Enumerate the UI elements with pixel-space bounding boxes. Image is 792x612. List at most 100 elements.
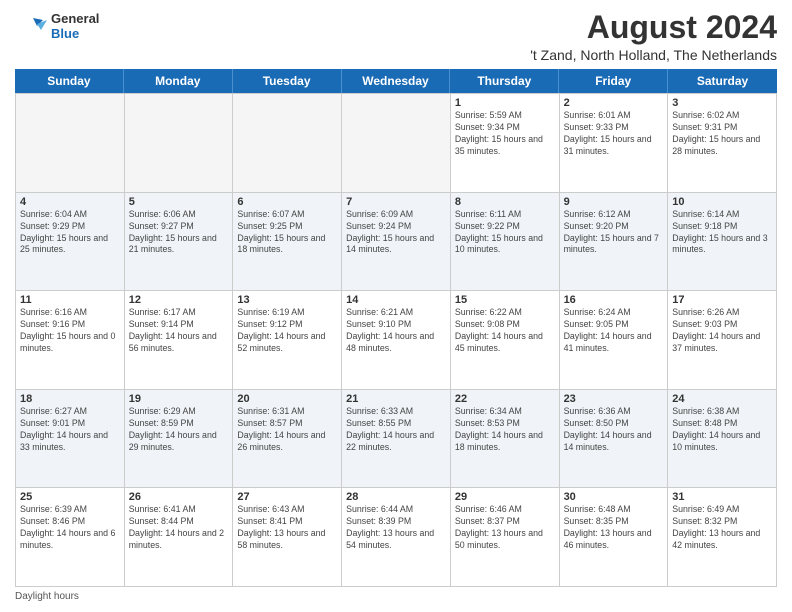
cell-detail: Sunrise: 6:06 AMSunset: 9:27 PMDaylight:… [129,209,229,257]
cell-detail: Sunrise: 6:01 AMSunset: 9:33 PMDaylight:… [564,110,664,158]
cell-detail: Sunrise: 6:07 AMSunset: 9:25 PMDaylight:… [237,209,337,257]
table-row: 3 Sunrise: 6:02 AMSunset: 9:31 PMDayligh… [668,94,777,193]
table-row: 24 Sunrise: 6:38 AMSunset: 8:48 PMDaylig… [668,390,777,489]
day-number: 23 [564,393,664,405]
day-number: 12 [129,294,229,306]
day-number: 7 [346,196,446,208]
table-row: 11 Sunrise: 6:16 AMSunset: 9:16 PMDaylig… [16,291,125,390]
day-number: 26 [129,491,229,503]
header-sunday: Sunday [15,69,124,93]
day-number: 18 [20,393,120,405]
header-wednesday: Wednesday [342,69,451,93]
table-row: 19 Sunrise: 6:29 AMSunset: 8:59 PMDaylig… [125,390,234,489]
table-row: 9 Sunrise: 6:12 AMSunset: 9:20 PMDayligh… [560,193,669,292]
table-row: 12 Sunrise: 6:17 AMSunset: 9:14 PMDaylig… [125,291,234,390]
table-row: 13 Sunrise: 6:19 AMSunset: 9:12 PMDaylig… [233,291,342,390]
cell-detail: Sunrise: 6:12 AMSunset: 9:20 PMDaylight:… [564,209,664,257]
header-thursday: Thursday [450,69,559,93]
day-number: 14 [346,294,446,306]
table-row: 5 Sunrise: 6:06 AMSunset: 9:27 PMDayligh… [125,193,234,292]
table-row [16,94,125,193]
day-number: 21 [346,393,446,405]
header-tuesday: Tuesday [233,69,342,93]
footer: Daylight hours [15,591,777,602]
day-number: 17 [672,294,772,306]
calendar-week-2: 4 Sunrise: 6:04 AMSunset: 9:29 PMDayligh… [16,193,777,292]
cell-detail: Sunrise: 6:04 AMSunset: 9:29 PMDaylight:… [20,209,120,257]
day-number: 25 [20,491,120,503]
table-row: 27 Sunrise: 6:43 AMSunset: 8:41 PMDaylig… [233,488,342,587]
cell-detail: Sunrise: 6:17 AMSunset: 9:14 PMDaylight:… [129,307,229,355]
day-number: 5 [129,196,229,208]
day-number: 24 [672,393,772,405]
cell-detail: Sunrise: 6:02 AMSunset: 9:31 PMDaylight:… [672,110,772,158]
day-number: 8 [455,196,555,208]
table-row: 21 Sunrise: 6:33 AMSunset: 8:55 PMDaylig… [342,390,451,489]
cell-detail: Sunrise: 6:19 AMSunset: 9:12 PMDaylight:… [237,307,337,355]
page: General Blue August 2024 't Zand, North … [0,0,792,612]
table-row: 6 Sunrise: 6:07 AMSunset: 9:25 PMDayligh… [233,193,342,292]
day-number: 19 [129,393,229,405]
table-row: 10 Sunrise: 6:14 AMSunset: 9:18 PMDaylig… [668,193,777,292]
cell-detail: Sunrise: 6:21 AMSunset: 9:10 PMDaylight:… [346,307,446,355]
table-row: 23 Sunrise: 6:36 AMSunset: 8:50 PMDaylig… [560,390,669,489]
cell-detail: Sunrise: 6:22 AMSunset: 9:08 PMDaylight:… [455,307,555,355]
table-row: 26 Sunrise: 6:41 AMSunset: 8:44 PMDaylig… [125,488,234,587]
table-row: 8 Sunrise: 6:11 AMSunset: 9:22 PMDayligh… [451,193,560,292]
day-number: 1 [455,97,555,109]
day-number: 27 [237,491,337,503]
logo-blue-text: Blue [51,27,99,42]
day-number: 30 [564,491,664,503]
table-row: 15 Sunrise: 6:22 AMSunset: 9:08 PMDaylig… [451,291,560,390]
day-number: 13 [237,294,337,306]
table-row: 16 Sunrise: 6:24 AMSunset: 9:05 PMDaylig… [560,291,669,390]
cell-detail: Sunrise: 6:43 AMSunset: 8:41 PMDaylight:… [237,504,337,552]
table-row: 7 Sunrise: 6:09 AMSunset: 9:24 PMDayligh… [342,193,451,292]
table-row: 31 Sunrise: 6:49 AMSunset: 8:32 PMDaylig… [668,488,777,587]
day-number: 2 [564,97,664,109]
cell-detail: Sunrise: 6:36 AMSunset: 8:50 PMDaylight:… [564,406,664,454]
header-friday: Friday [559,69,668,93]
cell-detail: Sunrise: 6:38 AMSunset: 8:48 PMDaylight:… [672,406,772,454]
day-number: 6 [237,196,337,208]
day-number: 15 [455,294,555,306]
cell-detail: Sunrise: 6:48 AMSunset: 8:35 PMDaylight:… [564,504,664,552]
logo: General Blue [15,10,99,44]
table-row [233,94,342,193]
table-row: 1 Sunrise: 5:59 AMSunset: 9:34 PMDayligh… [451,94,560,193]
table-row: 4 Sunrise: 6:04 AMSunset: 9:29 PMDayligh… [16,193,125,292]
cell-detail: Sunrise: 6:11 AMSunset: 9:22 PMDaylight:… [455,209,555,257]
header-saturday: Saturday [668,69,777,93]
table-row: 29 Sunrise: 6:46 AMSunset: 8:37 PMDaylig… [451,488,560,587]
day-number: 16 [564,294,664,306]
table-row [342,94,451,193]
calendar-week-4: 18 Sunrise: 6:27 AMSunset: 9:01 PMDaylig… [16,390,777,489]
cell-detail: Sunrise: 6:33 AMSunset: 8:55 PMDaylight:… [346,406,446,454]
cell-detail: Sunrise: 6:16 AMSunset: 9:16 PMDaylight:… [20,307,120,355]
table-row: 20 Sunrise: 6:31 AMSunset: 8:57 PMDaylig… [233,390,342,489]
title-block: August 2024 't Zand, North Holland, The … [530,10,777,63]
day-number: 9 [564,196,664,208]
location: 't Zand, North Holland, The Netherlands [530,47,777,63]
cell-detail: Sunrise: 6:24 AMSunset: 9:05 PMDaylight:… [564,307,664,355]
cell-detail: Sunrise: 5:59 AMSunset: 9:34 PMDaylight:… [455,110,555,158]
calendar-week-3: 11 Sunrise: 6:16 AMSunset: 9:16 PMDaylig… [16,291,777,390]
month-year: August 2024 [530,10,777,45]
day-number: 29 [455,491,555,503]
cell-detail: Sunrise: 6:26 AMSunset: 9:03 PMDaylight:… [672,307,772,355]
cell-detail: Sunrise: 6:27 AMSunset: 9:01 PMDaylight:… [20,406,120,454]
calendar: Sunday Monday Tuesday Wednesday Thursday… [15,69,777,587]
cell-detail: Sunrise: 6:09 AMSunset: 9:24 PMDaylight:… [346,209,446,257]
cell-detail: Sunrise: 6:46 AMSunset: 8:37 PMDaylight:… [455,504,555,552]
day-number: 22 [455,393,555,405]
header: General Blue August 2024 't Zand, North … [15,10,777,63]
table-row: 14 Sunrise: 6:21 AMSunset: 9:10 PMDaylig… [342,291,451,390]
calendar-week-1: 1 Sunrise: 5:59 AMSunset: 9:34 PMDayligh… [16,94,777,193]
day-number: 3 [672,97,772,109]
cell-detail: Sunrise: 6:31 AMSunset: 8:57 PMDaylight:… [237,406,337,454]
cell-detail: Sunrise: 6:29 AMSunset: 8:59 PMDaylight:… [129,406,229,454]
table-row: 2 Sunrise: 6:01 AMSunset: 9:33 PMDayligh… [560,94,669,193]
day-number: 20 [237,393,337,405]
cell-detail: Sunrise: 6:14 AMSunset: 9:18 PMDaylight:… [672,209,772,257]
calendar-week-5: 25 Sunrise: 6:39 AMSunset: 8:46 PMDaylig… [16,488,777,587]
